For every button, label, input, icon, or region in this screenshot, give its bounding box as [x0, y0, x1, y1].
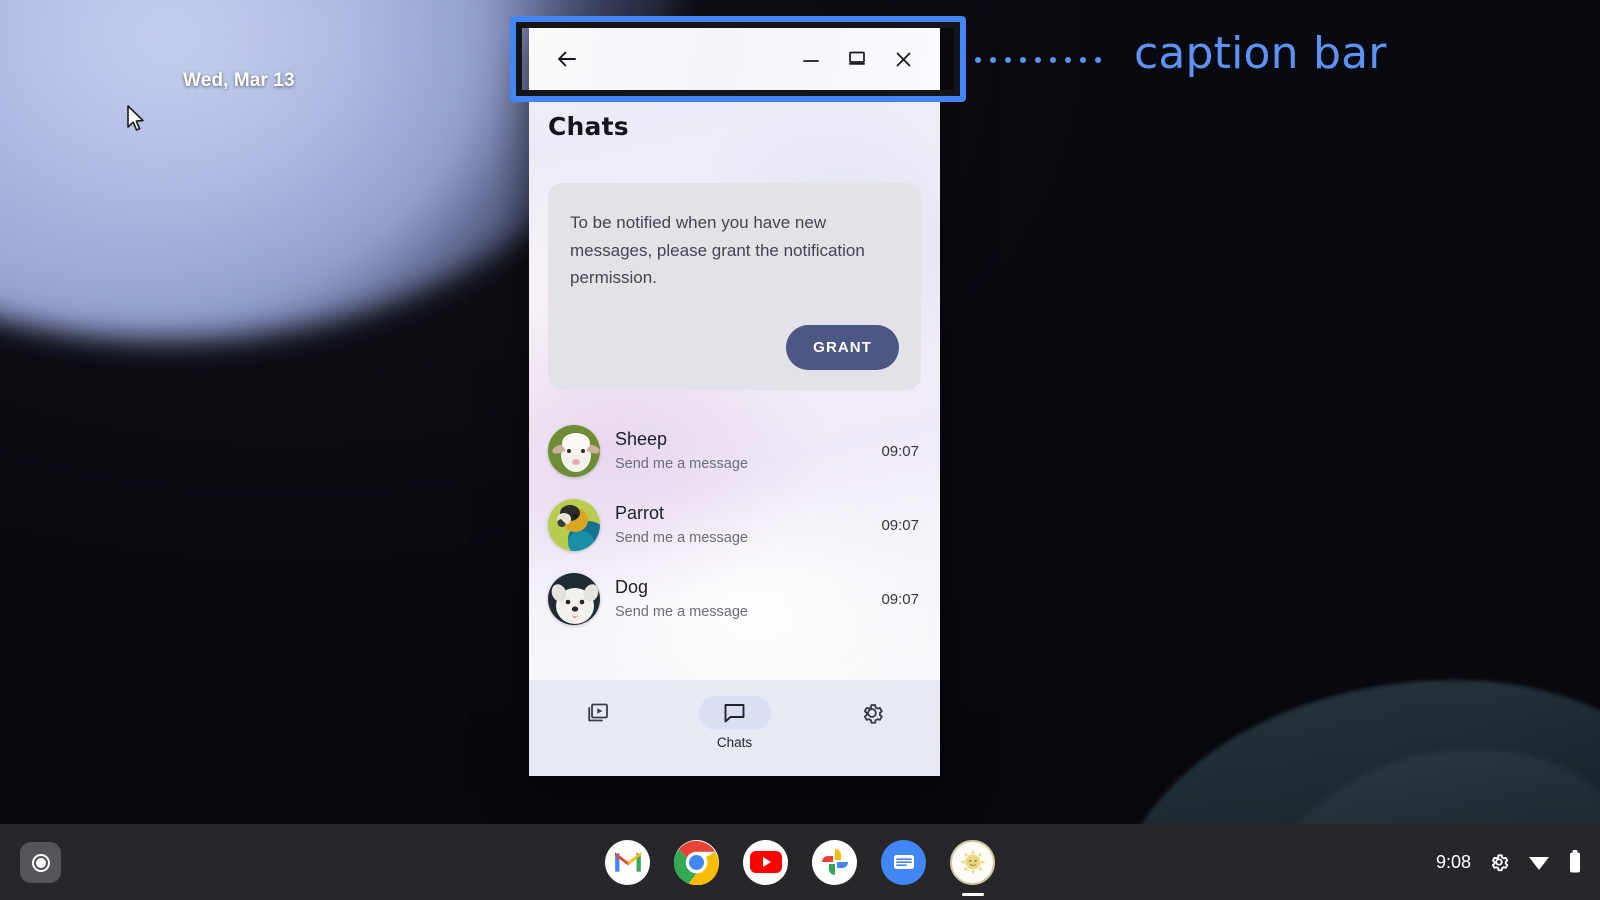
parrot-avatar: [548, 499, 600, 551]
shelf-app-youtube[interactable]: [743, 839, 788, 885]
permission-message: To be notified when you have new message…: [570, 213, 865, 288]
shelf-app-list: [605, 824, 995, 900]
desktop-date: Wed, Mar 13: [183, 70, 295, 91]
page-title: Chats: [548, 112, 629, 141]
launcher-circle-icon: [31, 853, 50, 872]
shelf-app-gmail[interactable]: [605, 839, 650, 885]
chat-preview: Send me a message: [615, 603, 748, 620]
chat-time: 09:07: [881, 442, 919, 460]
minimize-icon[interactable]: [788, 37, 834, 81]
shelf-app-sun[interactable]: [950, 839, 995, 896]
back-arrow-icon[interactable]: [547, 39, 587, 79]
battery-icon[interactable]: [1568, 849, 1582, 875]
nav-pill: [836, 696, 908, 730]
bottom-navigation-bar: Chats: [529, 680, 940, 776]
chat-time: 09:07: [881, 516, 919, 534]
photos-icon: [821, 849, 848, 875]
nav-item-slideshow[interactable]: [529, 690, 666, 735]
chrome-icon: [674, 840, 719, 885]
caption-bar: [529, 28, 940, 90]
gear-icon: [863, 704, 883, 724]
annotation-label: caption bar: [1134, 28, 1387, 79]
slideshow-icon: [587, 703, 608, 722]
chat-item-text: Parrot Send me a message: [615, 501, 866, 548]
chat-preview: Send me a message: [615, 529, 748, 546]
close-icon[interactable]: [880, 37, 926, 81]
chat-name: Dog: [615, 577, 649, 598]
chat-name: Sheep: [615, 429, 668, 450]
chat-list-item-sheep[interactable]: Sheep Send me a message 09:07: [529, 414, 940, 488]
chat-item-text: Sheep Send me a message: [615, 427, 866, 474]
chat-name: Parrot: [615, 503, 665, 524]
grant-button[interactable]: GRANT: [786, 325, 899, 370]
youtube-icon: [749, 851, 782, 873]
shelf: 9:08: [0, 824, 1600, 900]
nav-pill-selected: [698, 696, 771, 730]
annotation-leader-line: [975, 57, 1120, 63]
nav-item-settings[interactable]: [803, 690, 940, 735]
chat-time: 09:07: [881, 590, 919, 608]
shelf-app-photos[interactable]: [812, 839, 857, 885]
sun-app-icon: [960, 849, 985, 875]
dog-avatar: [548, 573, 600, 625]
launcher-button[interactable]: [20, 842, 61, 883]
permission-actions: GRANT: [570, 325, 899, 370]
restore-window-icon[interactable]: [834, 37, 880, 81]
chats-app-window: Chats To be notified when you have new m…: [529, 28, 940, 776]
chat-item-text: Dog Send me a message: [615, 575, 866, 622]
mouse-pointer-icon: [127, 105, 144, 131]
status-tray[interactable]: 9:08: [1436, 824, 1582, 900]
chat-list-item-parrot[interactable]: Parrot Send me a message 09:07: [529, 488, 940, 562]
nav-label: Chats: [716, 735, 753, 750]
app-body: Chats To be notified when you have new m…: [529, 90, 940, 776]
shelf-app-chrome[interactable]: [674, 839, 719, 885]
shelf-app-messages[interactable]: [881, 839, 926, 885]
status-time: 9:08: [1435, 851, 1471, 872]
chat-preview: Send me a message: [615, 455, 748, 472]
nav-item-chats[interactable]: Chats: [666, 690, 803, 750]
chat-list: Sheep Send me a message 09:07 Parrot Sen…: [529, 414, 940, 680]
messages-icon: [893, 855, 914, 869]
gear-icon[interactable]: [1488, 851, 1510, 873]
active-app-indicator: [961, 892, 984, 896]
notification-permission-card: To be notified when you have new message…: [548, 183, 921, 390]
sheep-avatar: [548, 425, 600, 477]
chat-bubble-icon: [724, 703, 745, 722]
chat-list-item-dog[interactable]: Dog Send me a message 09:07: [529, 562, 940, 636]
nav-pill: [562, 696, 634, 730]
wifi-icon[interactable]: [1527, 852, 1551, 872]
gmail-icon: [614, 852, 641, 872]
